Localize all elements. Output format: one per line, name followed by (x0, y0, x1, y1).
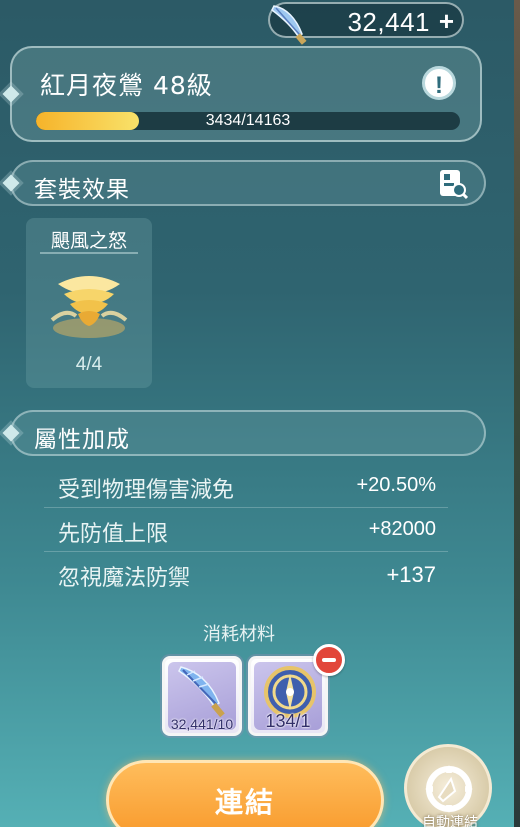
connect-label: 連結 (214, 786, 275, 819)
set-count: 4/4 (75, 354, 103, 375)
currency-amount: 32,441 (347, 7, 430, 37)
set-divider (40, 252, 138, 254)
feather-icon (178, 666, 225, 718)
set-card[interactable]: 颶風之怒 4/4 (26, 218, 152, 388)
attributes-header: 屬性加成 (2, 410, 486, 456)
tornado-icon (50, 276, 128, 338)
connect-button[interactable]: 連結 (106, 760, 384, 827)
scene-edge (514, 0, 520, 827)
set-search-icon[interactable] (438, 168, 468, 200)
gear-icon (425, 765, 473, 813)
material-qty: 32,441/10 (170, 716, 234, 732)
attribute-row: 先防值上限 +82000 (44, 508, 448, 552)
header-marker (2, 174, 20, 192)
attribute-name: 先防值上限 (58, 522, 169, 547)
material-qty: 134/1 (265, 711, 311, 731)
attributes-label: 屬性加成 (34, 427, 130, 453)
remove-material-button[interactable] (313, 644, 345, 676)
set-name: 颶風之怒 (50, 230, 127, 252)
set-effect-label: 套裝效果 (34, 177, 130, 203)
attribute-name: 忽視魔法防禦 (58, 566, 191, 591)
equipment-panel: 紅月夜鶯 48級 ! 3434/14163 (2, 46, 482, 142)
auto-connect-label: 自動連結 (422, 815, 478, 827)
currency-display: 32,441 + (268, 2, 464, 45)
add-currency-button[interactable]: + (439, 8, 454, 34)
panel-marker (2, 85, 20, 103)
header-marker (2, 424, 20, 442)
attribute-name: 受到物理傷害減免 (58, 478, 235, 503)
attribute-row: 受到物理傷害減免 +20.50% (44, 464, 448, 508)
attribute-value: +137 (386, 562, 436, 587)
xp-bar: 3434/14163 (36, 112, 460, 130)
equipment-title: 紅月夜鶯 48級 (40, 71, 213, 100)
set-effect-header: 套裝效果 (2, 160, 486, 206)
attribute-row: 忽視魔法防禦 +137 (44, 552, 448, 596)
materials-label: 消耗材料 (203, 624, 275, 645)
attribute-value: +82000 (368, 518, 436, 540)
feather-icon (271, 5, 307, 45)
info-button[interactable]: ! (422, 66, 456, 100)
material-slot-feather[interactable]: 32,441/10 (162, 656, 242, 736)
xp-text: 3434/14163 (205, 112, 291, 129)
attribute-value: +20.50% (356, 474, 436, 496)
